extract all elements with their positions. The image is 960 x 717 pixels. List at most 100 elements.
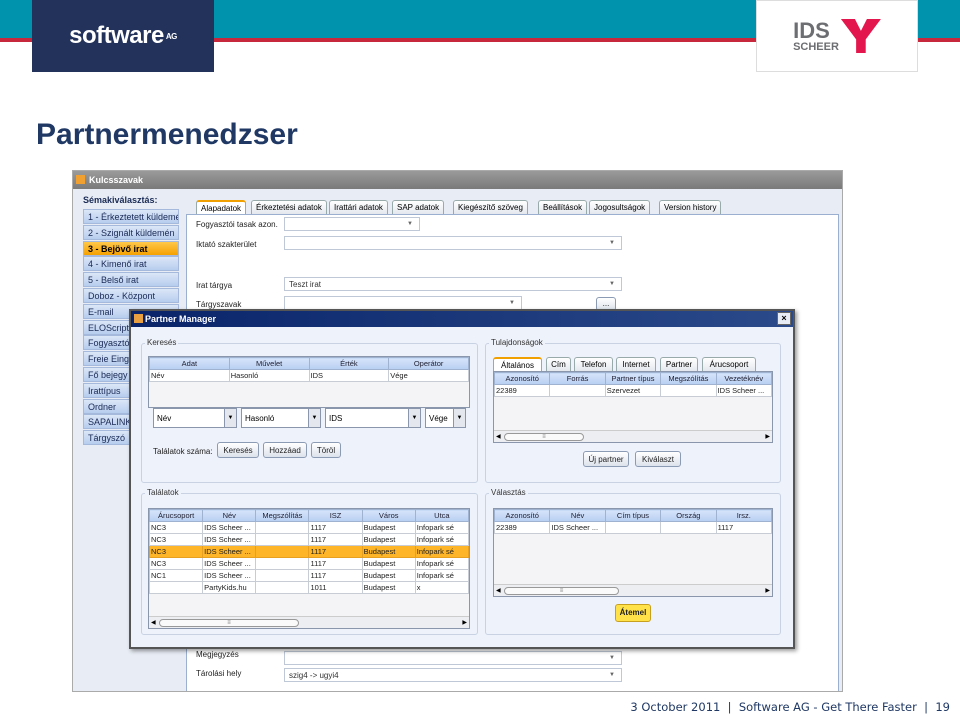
- tab[interactable]: Jogosultságok: [589, 200, 651, 214]
- column-header[interactable]: Megszólítás: [255, 509, 310, 522]
- table-cell: [549, 384, 606, 397]
- irat-targya-input[interactable]: Teszt irat ▼: [284, 277, 622, 291]
- table-cell: 22389: [494, 384, 551, 397]
- kereses-combo[interactable]: Hasonló ▼: [241, 408, 321, 428]
- sidebar-item[interactable]: Doboz - Központ: [83, 288, 179, 303]
- table-row[interactable]: NC3 IDS Scheer ... 1117 Budapest Infopark sé: [149, 545, 469, 558]
- kereses-button-1[interactable]: Hozzáad: [263, 442, 307, 458]
- tulajdonsagok-tab[interactable]: Internet: [616, 357, 656, 371]
- valasztas-table[interactable]: Azonosító Név Cím típus Ország Irsz. 22389 IDS…: [493, 508, 773, 597]
- logo-text: software: [69, 22, 164, 49]
- table-cell: IDS Scheer ...: [202, 533, 257, 546]
- sidebar-item[interactable]: 3 - Bejövő irat: [83, 240, 179, 256]
- column-header[interactable]: Vezetéknév: [715, 372, 772, 385]
- slide-title: Partnermenedzser: [36, 118, 298, 151]
- column-header[interactable]: Irsz.: [715, 509, 772, 522]
- tulajdonsagok-button-0[interactable]: Új partner: [583, 451, 629, 467]
- column-header[interactable]: Művelet: [228, 357, 310, 370]
- table-cell: Infopark sé: [414, 521, 469, 534]
- table-cell: 1117: [308, 533, 363, 546]
- tab[interactable]: Alapadatok: [196, 200, 247, 214]
- sidebar-item[interactable]: 2 - Szignált küldemén: [83, 224, 179, 240]
- fogyasztoi-select[interactable]: ▼: [284, 217, 420, 231]
- table-cell: [255, 521, 310, 534]
- tulajdonsagok-button-1[interactable]: Kiválaszt: [635, 451, 681, 467]
- table-row[interactable]: NC1 IDS Scheer ... 1117 Budapest Infopark sé: [149, 569, 469, 582]
- column-header[interactable]: Operátor: [388, 357, 469, 370]
- column-header[interactable]: Adat: [149, 357, 230, 370]
- talalatok-table[interactable]: Árucsoport Név Megszólítás ISZ Város Utca NC3 I…: [148, 508, 470, 629]
- table-cell: 1117: [715, 521, 772, 534]
- table-cell: IDS Scheer ...: [549, 521, 606, 534]
- kereses-combo[interactable]: Név ▼: [153, 408, 237, 428]
- column-header[interactable]: Város: [361, 509, 416, 522]
- tab[interactable]: SAP adatok: [392, 200, 445, 214]
- table-cell: 1117: [308, 545, 363, 558]
- tulajdonsagok-table[interactable]: Azonosító Forrás Partner típus Megszólítás V…: [493, 371, 773, 443]
- table-cell: Infopark sé: [414, 533, 469, 546]
- column-header[interactable]: Forrás: [549, 372, 606, 385]
- column-header[interactable]: Árucsoport: [149, 509, 204, 522]
- table-cell: [255, 533, 310, 546]
- sidebar-item[interactable]: 1 - Érkeztetett küldemé: [83, 209, 179, 224]
- column-header[interactable]: Azonosító: [494, 372, 551, 385]
- table-row[interactable]: Név Hasonló IDS Vége: [149, 369, 469, 382]
- megjegyzes-select[interactable]: ▼: [284, 651, 622, 665]
- targyszavak-select[interactable]: ▼: [284, 296, 522, 310]
- tab[interactable]: Beállítások: [538, 200, 588, 214]
- kereses-button-2[interactable]: Töröl: [311, 442, 341, 458]
- table-row[interactable]: NC3 IDS Scheer ... 1117 Budapest Infopark sé: [149, 557, 469, 570]
- table-cell: Budapest: [361, 533, 416, 546]
- atemel-button[interactable]: Átemel: [615, 604, 651, 622]
- close-button[interactable]: ×: [777, 312, 791, 325]
- iktato-select[interactable]: ▼: [284, 236, 622, 250]
- tab[interactable]: Kiegészítő szöveg: [453, 200, 528, 214]
- logo-sup: AG: [165, 31, 178, 41]
- column-header[interactable]: Azonosító: [494, 509, 551, 522]
- tulajdonsagok-tab[interactable]: Telefon: [574, 357, 613, 371]
- horizontal-scrollbar[interactable]: ◀ ≡ ▶: [494, 584, 772, 596]
- table-row[interactable]: 22389 Szervezet IDS Scheer ...: [494, 384, 772, 397]
- sidebar-item[interactable]: 5 - Belső irat: [83, 272, 179, 288]
- table-row[interactable]: NC3 IDS Scheer ... 1117 Budapest Infopark sé: [149, 521, 469, 534]
- kereses-button-0[interactable]: Keresés: [217, 442, 259, 458]
- sidebar-item[interactable]: 4 - Kimenő irat: [83, 256, 179, 272]
- table-row[interactable]: PartyKids.hu 1011 Budapest x: [149, 581, 469, 594]
- field-label: Iktató szakterület: [196, 240, 257, 249]
- tarolasi-select[interactable]: szig4 -> ugyi4 ▼: [284, 668, 622, 682]
- column-header[interactable]: Név: [549, 509, 606, 522]
- tulajdonsagok-tab[interactable]: Árucsoport: [702, 357, 756, 371]
- tulajdonsagok-tab[interactable]: Partner: [660, 357, 698, 371]
- tulajdonsagok-tab[interactable]: Általános: [493, 357, 542, 371]
- table-row[interactable]: 22389 IDS Scheer ... 1117: [494, 521, 772, 534]
- chevron-down-icon: ▼: [609, 655, 615, 661]
- column-header[interactable]: Megszólítás: [660, 372, 717, 385]
- tab[interactable]: Irattári adatok: [329, 200, 388, 214]
- column-header[interactable]: Érték: [308, 357, 390, 370]
- tab[interactable]: Version history: [659, 200, 722, 214]
- column-header[interactable]: Ország: [660, 509, 717, 522]
- chevron-down-icon: ▼: [408, 409, 420, 427]
- kereses-combo[interactable]: Vége ▼: [425, 408, 466, 428]
- chevron-down-icon: ▼: [308, 409, 320, 427]
- horizontal-scrollbar[interactable]: ◀ ≡ ▶: [494, 430, 772, 442]
- table-cell: Budapest: [361, 581, 416, 594]
- ids-scheer-logo: IDS SCHEER: [756, 0, 918, 72]
- column-header[interactable]: ISZ: [308, 509, 363, 522]
- table-row[interactable]: NC3 IDS Scheer ... 1117 Budapest Infopark sé: [149, 533, 469, 546]
- talalatok-szama-label: Találatok száma:: [153, 447, 213, 456]
- table-cell: [255, 557, 310, 570]
- column-header[interactable]: Partner típus: [604, 372, 662, 385]
- column-header[interactable]: Utca: [414, 509, 469, 522]
- field-label: Tárgyszavak: [196, 300, 242, 309]
- combo-value: Név: [157, 414, 172, 423]
- kereses-combo[interactable]: IDS ▼: [325, 408, 421, 428]
- tulajdonsagok-tab[interactable]: Cím: [546, 357, 571, 371]
- table-cell: 1117: [308, 521, 363, 534]
- table-cell: NC1: [149, 569, 204, 582]
- kereses-table[interactable]: Adat Művelet Érték Operátor Név Hasonló IDS Vég…: [148, 356, 470, 408]
- column-header[interactable]: Cím típus: [604, 509, 662, 522]
- column-header[interactable]: Név: [202, 509, 257, 522]
- horizontal-scrollbar[interactable]: ◀ ≡ ▶: [149, 616, 469, 628]
- tab[interactable]: Érkeztetési adatok: [251, 200, 327, 214]
